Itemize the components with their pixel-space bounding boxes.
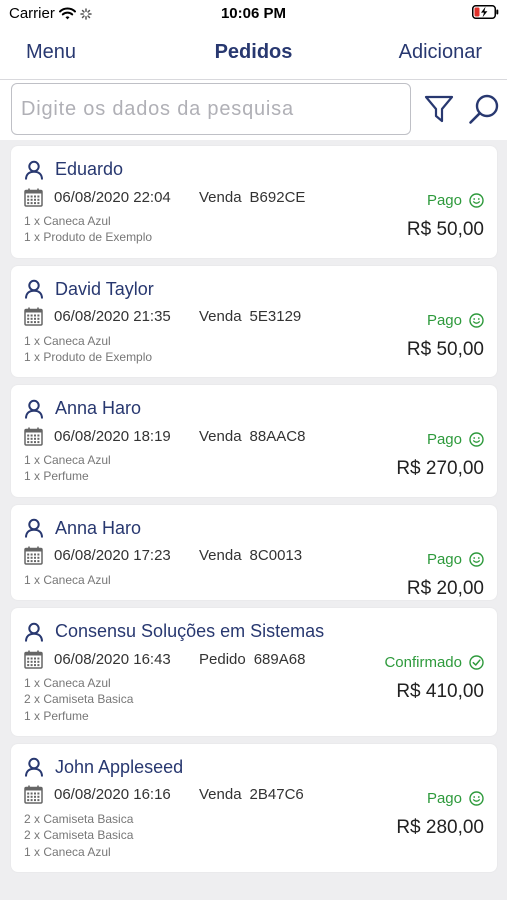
order-date: 06/08/2020 21:35 [54,308,171,326]
calendar-icon [24,650,43,669]
user-icon [25,758,43,778]
order-meta-row: 06/08/2020 21:35 Venda 5E3129 [24,307,484,327]
order-type: Venda [199,188,242,206]
status-bar: Carrier 10:06 PM [0,0,507,28]
order-card[interactable]: David Taylor 06/08/2020 21:35 Venda 5E3129 P… [11,265,497,378]
battery-charging-icon [472,5,499,23]
order-status: Pago [427,790,484,807]
calendar-icon [24,188,43,207]
order-code: 8C0013 [249,547,303,565]
search-icon[interactable] [468,93,501,126]
order-status-label: Pago [426,431,462,449]
customer-row: Eduardo [24,158,484,181]
order-total: R$ 50,00 [406,219,484,240]
status-time: 10:06 PM [220,5,287,22]
order-status-label: Pago [426,311,462,329]
order-status: Pago [427,192,484,209]
order-card[interactable]: John Appleseed 06/08/2020 16:16 Venda 2B47C… [11,743,497,872]
user-icon [25,279,43,299]
order-status-label: Pago [426,789,462,807]
calendar-icon [24,785,43,805]
order-date: 06/08/2020 22:04 [54,188,171,206]
order-meta-row: 06/08/2020 22:04 Venda B692CE [24,187,484,207]
order-card[interactable]: Eduardo 06/08/2020 22:04 Venda B692CE Pago 1 … [11,146,497,258]
customer-name: David Taylor [55,278,154,299]
order-date: 06/08/2020 16:16 [54,786,171,804]
check-circle-icon [469,655,484,670]
calendar-icon [24,427,43,446]
order-card[interactable]: Consensu Soluções em Sistemas 06/08/2020 … [11,608,497,736]
customer-name: Eduardo [55,159,124,179]
customer-name: John Appleseed [55,756,184,777]
order-date: 06/08/2020 18:19 [54,427,171,445]
order-total: R$ 410,00 [396,681,484,703]
order-item: 1 x Caneca Azul [24,844,111,859]
smile-icon [469,432,484,447]
order-meta-row: 06/08/2020 17:23 Venda 8C0013 [24,546,484,566]
customer-name: Anna Haro [55,398,142,419]
order-total: R$ 280,00 [396,816,484,838]
user-icon [25,519,43,538]
order-card[interactable]: Anna Haro 06/08/2020 18:19 Venda 88AAC8 Pago… [11,385,497,497]
order-status: Pago [427,551,484,568]
order-card[interactable]: Anna Haro 06/08/2020 17:23 Venda 8C0013 Pago… [11,504,497,601]
order-type: Venda [199,308,242,326]
order-meta-row: 06/08/2020 18:19 Venda 88AAC8 [24,426,484,446]
smile-icon [469,552,484,567]
order-meta-row: 06/08/2020 16:16 Venda 2B47C6 [24,785,484,805]
order-status-label: Pago [426,192,462,209]
add-button[interactable]: Adicionar [399,41,482,64]
customer-row: David Taylor [24,278,484,301]
filter-icon[interactable] [424,94,454,124]
user-icon [25,399,43,419]
customer-name: Consensu Soluções em Sistemas [55,621,325,642]
order-item: 1 x Perfume [24,708,89,723]
order-total: R$ 20,00 [406,577,484,599]
order-type: Venda [199,547,242,565]
order-type: Venda [199,427,242,445]
order-code: 2B47C6 [249,786,304,804]
order-code: 88AAC8 [249,427,306,445]
order-type: Pedido [199,650,246,668]
order-type: Venda [199,786,242,804]
nav-bar: Menu Pedidos Adicionar [0,28,507,80]
customer-row: John Appleseed [24,756,484,779]
smile-icon [469,312,484,328]
search-bar [0,80,507,140]
order-date: 06/08/2020 17:23 [54,547,171,565]
order-date: 06/08/2020 16:43 [54,650,171,668]
user-icon [25,622,43,642]
order-status: Pago [427,431,484,448]
order-code: B692CE [249,188,306,206]
search-input[interactable] [11,83,411,135]
order-status: Confirmado [384,654,484,671]
order-code: 5E3129 [249,308,302,326]
order-status-label: Pago [426,550,462,568]
calendar-icon [24,307,43,326]
orders-list: Eduardo 06/08/2020 22:04 Venda B692CE Pago 1 … [0,140,507,900]
smile-icon [469,193,484,208]
customer-row: Consensu Soluções em Sistemas [24,620,484,643]
order-status: Pago [427,312,484,329]
customer-row: Anna Haro [24,397,484,420]
order-total: R$ 270,00 [396,458,484,480]
smile-icon [469,791,484,806]
user-icon [25,160,43,180]
calendar-icon [24,546,43,566]
customer-row: Anna Haro [24,517,484,540]
order-code: 689A68 [253,650,306,668]
order-total: R$ 50,00 [406,338,484,360]
customer-name: Anna Haro [55,517,142,538]
order-status-label: Confirmado [384,654,462,672]
